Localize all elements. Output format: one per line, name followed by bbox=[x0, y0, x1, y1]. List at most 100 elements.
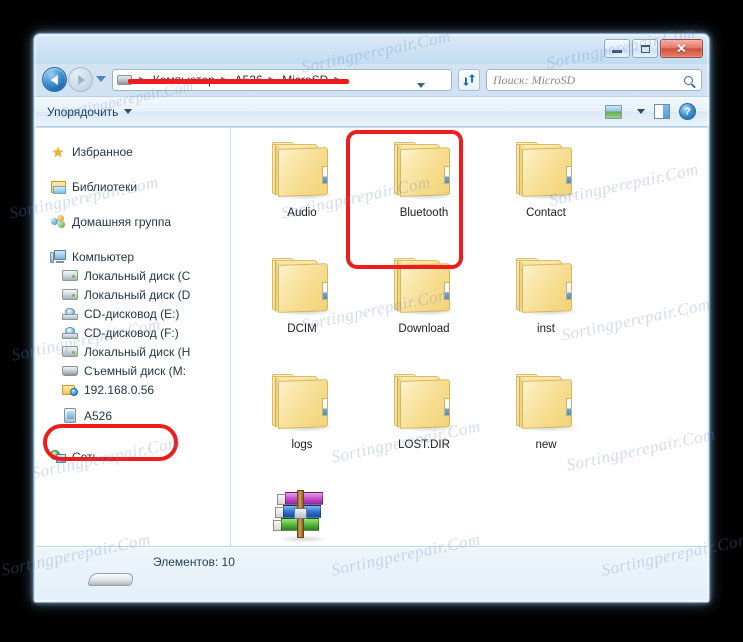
hdd-icon bbox=[61, 270, 79, 281]
folder-icon bbox=[512, 256, 580, 318]
list-item[interactable]: Bluetooth bbox=[363, 134, 485, 250]
hdd-icon bbox=[61, 289, 79, 300]
sidebar-label-a526: A526 bbox=[84, 408, 113, 423]
folder-icon bbox=[268, 372, 336, 434]
back-button[interactable] bbox=[42, 67, 67, 92]
minimize-button[interactable] bbox=[604, 39, 630, 58]
window-titlebar[interactable]: ✕ bbox=[34, 34, 709, 64]
sidebar-item-cd-drive-e[interactable]: CD-дисковод (E:) bbox=[61, 304, 230, 323]
hdd-icon bbox=[61, 346, 79, 357]
address-dropdown-icon[interactable] bbox=[417, 83, 425, 88]
sidebar-item-local-disk-h[interactable]: Локальный диск (H bbox=[61, 342, 230, 361]
change-view-icon[interactable] bbox=[605, 104, 622, 119]
sidebar-item-removable-disk-m[interactable]: Съемный диск (M: bbox=[61, 361, 230, 380]
cd-drive-icon bbox=[61, 326, 79, 339]
list-item[interactable]: LOST.DIR bbox=[363, 366, 485, 482]
search-box[interactable]: Поиск: MicroSD bbox=[486, 69, 702, 91]
toolbar-right-group: ? bbox=[605, 103, 709, 120]
sidebar-item-a526[interactable]: A526 bbox=[61, 406, 230, 425]
maximize-icon bbox=[640, 44, 650, 53]
history-dropdown-icon[interactable] bbox=[96, 76, 106, 82]
folder-icon bbox=[390, 140, 458, 202]
minimize-icon bbox=[612, 50, 622, 53]
network-folder-icon bbox=[61, 384, 79, 396]
help-icon[interactable]: ? bbox=[679, 103, 696, 120]
command-toolbar: Упорядочить ? bbox=[35, 96, 709, 127]
item-label: Bluetooth bbox=[399, 207, 449, 219]
file-grid: Audio Bluetooth Contact DCIM Download in… bbox=[241, 134, 696, 546]
back-arrow-icon bbox=[50, 74, 58, 85]
sidebar-item-local-disk-d[interactable]: Локальный диск (D bbox=[61, 285, 230, 304]
sidebar-fade-overlay bbox=[35, 520, 230, 546]
sidebar-label-local-disk-c: Локальный диск (C bbox=[84, 268, 191, 283]
sidebar-label-network: Сеть bbox=[72, 449, 99, 464]
sidebar-item-cd-drive-f[interactable]: CD-дисковод (F:) bbox=[61, 323, 230, 342]
refresh-button[interactable] bbox=[458, 69, 480, 91]
pane-left bbox=[655, 105, 663, 118]
sidebar-label-removable-disk-m: Съемный диск (M: bbox=[84, 363, 186, 378]
folder-icon bbox=[512, 372, 580, 434]
file-list-pane[interactable]: Audio Bluetooth Contact DCIM Download in… bbox=[231, 128, 709, 546]
close-button[interactable]: ✕ bbox=[660, 39, 703, 58]
zip-archive-icon bbox=[273, 488, 331, 543]
organize-label: Упорядочить bbox=[47, 104, 119, 119]
sidebar-item-computer[interactable]: Компьютер bbox=[49, 247, 230, 266]
computer-icon bbox=[49, 250, 67, 263]
sidebar-label-cd-drive-f: CD-дисковод (F:) bbox=[84, 325, 179, 340]
removable-disk-icon bbox=[61, 365, 79, 376]
chevron-down-icon bbox=[124, 109, 133, 114]
view-chevron-down-icon[interactable] bbox=[637, 109, 645, 114]
list-item[interactable]: inst bbox=[485, 250, 607, 366]
removable-drive-icon bbox=[83, 573, 135, 599]
explorer-body: ★ Избранное Библиотеки Домашняя группа К… bbox=[35, 128, 709, 546]
item-label: LOST.DIR bbox=[398, 439, 450, 451]
sidebar-label-network-share: 192.168.0.56 bbox=[84, 382, 155, 397]
item-label: DCIM bbox=[287, 323, 317, 335]
list-item[interactable]: logs bbox=[241, 366, 363, 482]
sidebar-label-homegroup: Домашняя группа bbox=[72, 214, 172, 229]
item-label: inst bbox=[537, 323, 555, 335]
folder-icon bbox=[390, 256, 458, 318]
items-count-label: Элементов: 10 bbox=[153, 555, 235, 569]
explorer-window: ✕ ▶ Компьютер ▶ A526 ▶ MicroSD ▶ bbox=[33, 33, 710, 603]
sidebar-label-libraries: Библиотеки bbox=[72, 179, 138, 194]
close-icon: ✕ bbox=[676, 41, 687, 56]
sidebar-item-libraries[interactable]: Библиотеки bbox=[49, 177, 230, 196]
search-input[interactable]: Поиск: MicroSD bbox=[493, 73, 684, 88]
refresh-icon bbox=[463, 74, 475, 86]
forward-arrow-icon bbox=[77, 74, 85, 85]
sidebar-item-network-share[interactable]: 192.168.0.56 bbox=[61, 380, 230, 399]
list-item[interactable]: new bbox=[485, 366, 607, 482]
organize-button[interactable]: Упорядочить bbox=[47, 104, 133, 119]
sidebar-item-network[interactable]: Сеть bbox=[49, 447, 230, 466]
forward-button[interactable] bbox=[68, 67, 93, 92]
list-item[interactable]: Contact bbox=[485, 134, 607, 250]
sidebar-label-computer: Компьютер bbox=[72, 249, 135, 264]
vertical-scrollbar[interactable] bbox=[707, 128, 709, 546]
cd-drive-icon bbox=[61, 307, 79, 320]
sidebar-item-favorites[interactable]: ★ Избранное bbox=[49, 142, 230, 161]
list-item-zip[interactable]: officialforrecovery.zip bbox=[241, 482, 363, 546]
homegroup-icon bbox=[49, 215, 67, 228]
preview-pane-icon[interactable] bbox=[654, 104, 670, 119]
sidebar-item-homegroup[interactable]: Домашняя группа bbox=[49, 212, 230, 231]
folder-icon bbox=[512, 140, 580, 202]
sidebar-label-local-disk-h: Локальный диск (H bbox=[84, 344, 191, 359]
search-icon[interactable] bbox=[684, 75, 693, 85]
folder-icon bbox=[268, 140, 336, 202]
list-item[interactable]: DCIM bbox=[241, 250, 363, 366]
navigation-pane[interactable]: ★ Избранное Библиотеки Домашняя группа К… bbox=[35, 128, 231, 546]
window-controls: ✕ bbox=[604, 39, 703, 58]
folder-icon bbox=[268, 256, 336, 318]
list-item[interactable]: Download bbox=[363, 250, 485, 366]
pane-right bbox=[663, 105, 669, 118]
sidebar-item-local-disk-c[interactable]: Локальный диск (C bbox=[61, 266, 230, 285]
item-label: new bbox=[535, 439, 557, 451]
address-highlight-underline bbox=[128, 79, 349, 84]
status-bar: Элементов: 10 bbox=[35, 546, 709, 602]
sidebar-label-local-disk-d: Локальный диск (D bbox=[84, 287, 191, 302]
list-item[interactable]: Audio bbox=[241, 134, 363, 250]
maximize-button[interactable] bbox=[632, 39, 658, 58]
sidebar-label-cd-drive-e: CD-дисковод (E:) bbox=[84, 306, 180, 321]
item-label: logs bbox=[291, 439, 313, 451]
